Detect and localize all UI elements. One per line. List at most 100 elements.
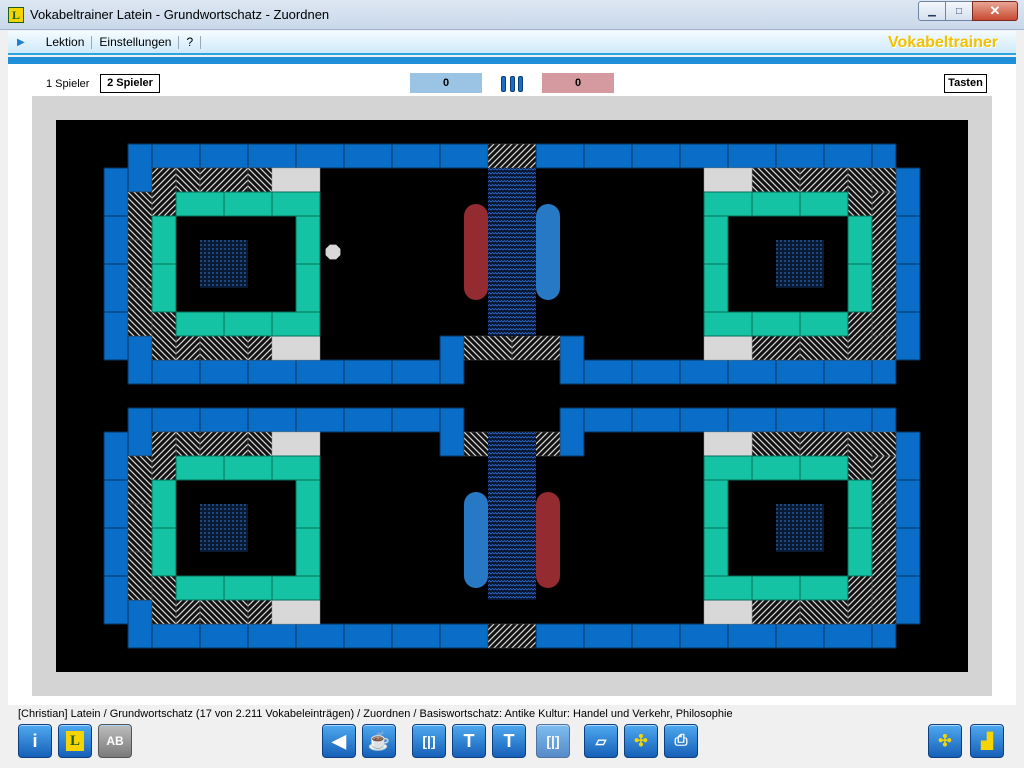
wall-block (151, 623, 201, 649)
paddle (464, 492, 488, 588)
wall-block (583, 359, 633, 385)
gray-block (271, 431, 321, 457)
teal-block (703, 191, 753, 217)
wall-block (391, 359, 441, 385)
wall-block (895, 167, 921, 217)
stairs-chart-icon: ▟ (981, 733, 993, 750)
teal-block (223, 455, 273, 481)
wall-block (247, 143, 297, 169)
bottom-toolbar: i L AB ◀ ☕ [|] T T [|] ▱ ✣ ⎙ ✣ ▟ (0, 722, 1024, 768)
collapse-arrows-icon: ✣ (938, 733, 952, 750)
teal-block (847, 215, 873, 265)
teal-block (151, 215, 177, 265)
hatched-block (799, 431, 849, 457)
hatched-block (151, 575, 177, 625)
paddle (464, 204, 488, 300)
goal-pattern (776, 240, 824, 288)
keys-button[interactable]: Tasten (944, 74, 987, 93)
hatched-block (151, 311, 177, 361)
eraser-button[interactable]: ▱ (584, 724, 618, 758)
back-arrow-icon: ◀ (332, 730, 346, 751)
teal-block (295, 263, 321, 313)
teal-block (271, 575, 321, 601)
teal-block (151, 263, 177, 313)
brackets-button-2[interactable]: [|] (536, 724, 570, 758)
two-player-option[interactable]: 2 Spieler (100, 74, 160, 93)
wall-block (895, 431, 921, 481)
text-button-2[interactable]: T (492, 724, 526, 758)
wall-block (895, 311, 921, 361)
wall-block (727, 407, 777, 433)
print-button[interactable]: ⎙ (664, 724, 698, 758)
fullscreen-button[interactable]: ✣ (928, 724, 962, 758)
hatched-block (799, 335, 849, 361)
wall-block (823, 359, 873, 385)
hatched-block (127, 239, 153, 289)
close-button[interactable]: ✕ (972, 1, 1018, 21)
menu-einstellungen[interactable]: Einstellungen (92, 35, 180, 49)
teal-block (295, 479, 321, 529)
wall-block (535, 143, 585, 169)
teal-block (295, 527, 321, 577)
wall-block (775, 407, 825, 433)
language-button[interactable]: L (58, 724, 92, 758)
wall-block (295, 143, 345, 169)
hatched-block (871, 239, 897, 289)
language-l-icon: L (66, 731, 84, 751)
wall-block (103, 527, 129, 577)
menu-arrow-icon: ▶ (17, 36, 25, 48)
teal-block (295, 215, 321, 265)
menu-accent-bar (8, 57, 1016, 64)
info-button[interactable]: i (18, 724, 52, 758)
brackets-button[interactable]: [|] (412, 724, 446, 758)
paddle (536, 204, 560, 300)
break-button[interactable]: ☕ (362, 724, 396, 758)
gray-block (703, 431, 753, 457)
teal-block (151, 479, 177, 529)
wall-block (631, 359, 681, 385)
paddles-icon (501, 76, 523, 92)
wall-block (103, 479, 129, 529)
teal-block (799, 311, 849, 337)
ab-button[interactable]: AB (98, 724, 132, 758)
wall-block (391, 407, 441, 433)
wall-block (679, 143, 729, 169)
hatched-block (127, 455, 153, 505)
menu-lektion[interactable]: Lektion (39, 35, 93, 49)
gray-block (703, 167, 753, 193)
teal-block (175, 191, 225, 217)
coffee-cup-icon: ☕ (367, 730, 391, 751)
gray-block (271, 167, 321, 193)
brackets-icon: [|] (546, 733, 560, 749)
wall-block (343, 623, 393, 649)
teal-block (799, 455, 849, 481)
wall-block (343, 407, 393, 433)
teal-block (223, 575, 273, 601)
wall-block (631, 623, 681, 649)
goal-pattern (200, 504, 248, 552)
stats-button[interactable]: ▟ (970, 724, 1004, 758)
minimize-button[interactable]: ▁ (918, 1, 946, 21)
hatched-block (199, 167, 249, 193)
wall-block (199, 623, 249, 649)
score-right: 0 (542, 73, 614, 93)
teal-block (175, 575, 225, 601)
wall-block (295, 359, 345, 385)
one-player-option[interactable]: 1 Spieler (46, 78, 89, 90)
teal-block (847, 263, 873, 313)
playfield (32, 96, 992, 696)
printer-icon: ⎙ (674, 732, 688, 749)
wall-block (895, 527, 921, 577)
gray-block (703, 599, 753, 625)
maximize-button[interactable]: □ (945, 1, 973, 21)
teal-block (703, 311, 753, 337)
back-button[interactable]: ◀ (322, 724, 356, 758)
menu-help[interactable]: ? (179, 35, 202, 49)
shrink-button[interactable]: ✣ (624, 724, 658, 758)
hatched-block (847, 311, 873, 361)
hatched-block (751, 599, 801, 625)
hatched-block (199, 335, 249, 361)
wall-block (583, 143, 633, 169)
hatched-block (199, 431, 249, 457)
text-button-1[interactable]: T (452, 724, 486, 758)
